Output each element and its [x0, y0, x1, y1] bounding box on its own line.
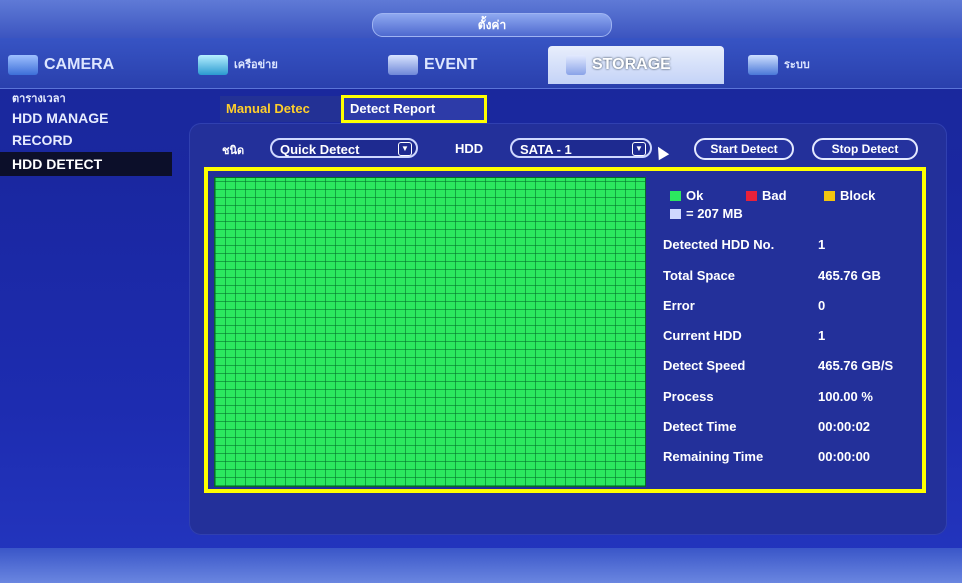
hdd-select[interactable]: SATA - 1 ▼ — [510, 138, 652, 158]
tab-system[interactable]: ระบบ — [748, 46, 898, 84]
tab-manual-detect[interactable]: Manual Detec — [220, 96, 354, 122]
info-value-total-space: 465.76 GB — [818, 268, 881, 283]
system-icon — [748, 55, 778, 76]
legend-unit-label: = 207 MB — [686, 206, 743, 221]
info-label-error: Error — [663, 298, 695, 313]
info-value-process: 100.00 % — [818, 389, 873, 404]
start-detect-button[interactable]: Start Detect — [694, 138, 794, 160]
ok-swatch — [670, 191, 681, 201]
sidebar-item-hdd-manage[interactable]: HDD MANAGE — [0, 108, 172, 128]
tab-storage[interactable]: STORAGE — [548, 46, 724, 84]
network-icon — [198, 55, 228, 76]
info-label-detect-time: Detect Time — [663, 419, 737, 434]
unit-swatch — [670, 209, 681, 219]
tab-camera[interactable]: CAMERA — [8, 46, 158, 84]
sidebar-item-record[interactable]: RECORD — [0, 128, 172, 152]
chevron-down-icon: ▼ — [398, 142, 412, 156]
bottom-bar — [0, 548, 962, 583]
title-bar: ตั้งค่า — [0, 0, 962, 38]
info-label-process: Process — [663, 389, 714, 404]
info-value-detect-time: 00:00:02 — [818, 419, 871, 434]
legend-unit: = 207 MB — [670, 206, 743, 221]
legend-block: Block — [824, 188, 875, 203]
tab-storage-label: STORAGE — [592, 56, 671, 73]
info-label-detected-hdd: Detected HDD No. — [663, 237, 775, 252]
tab-network-label: เครือข่าย — [234, 59, 278, 71]
info-value-remaining-time: 00:00:00 — [818, 449, 871, 464]
legend-bad: Bad — [746, 188, 787, 203]
disk-block-map — [214, 177, 646, 487]
chevron-down-icon: ▼ — [632, 142, 646, 156]
sidebar: ตารางเวลา HDD MANAGE RECORD HDD DETECT — [0, 90, 172, 176]
hdd-select-value: SATA - 1 — [520, 142, 572, 157]
event-icon — [388, 54, 418, 75]
info-label-detect-speed: Detect Speed — [663, 358, 746, 373]
legend-ok-label: Ok — [686, 188, 704, 203]
bad-swatch — [746, 191, 757, 201]
sidebar-item-hdd-detect[interactable]: HDD DETECT — [0, 152, 172, 176]
info-label-total-space: Total Space — [663, 268, 736, 283]
info-label-remaining-time: Remaining Time — [663, 449, 764, 464]
camera-icon — [8, 54, 38, 75]
storage-icon — [566, 54, 586, 75]
info-value-detect-speed: 465.76 GB/S — [818, 358, 894, 373]
legend-ok: Ok — [670, 188, 703, 203]
type-select[interactable]: Quick Detect ▼ — [270, 138, 418, 158]
tab-camera-label: CAMERA — [44, 56, 115, 73]
main-tab-bar: CAMERA เครือข่าย EVENT STORAGE ระบบ — [0, 38, 962, 89]
tab-network[interactable]: เครือข่าย — [198, 46, 348, 84]
tab-system-label: ระบบ — [784, 59, 810, 71]
tab-event-label: EVENT — [424, 56, 478, 73]
type-label: ชนิด — [222, 145, 245, 157]
tab-detect-report[interactable]: Detect Report — [341, 95, 487, 123]
sidebar-item-schedule[interactable]: ตารางเวลา — [0, 90, 172, 108]
info-value-detected-hdd: 1 — [818, 237, 826, 252]
hdd-label: HDD — [455, 141, 484, 156]
info-value-error: 0 — [818, 298, 826, 313]
block-swatch — [824, 191, 835, 201]
dvr-screen: ตั้งค่า CAMERA เครือข่าย EVENT STORAGE ร… — [0, 0, 962, 583]
info-value-current-hdd: 1 — [818, 328, 826, 343]
stop-detect-button[interactable]: Stop Detect — [812, 138, 918, 160]
legend-bad-label: Bad — [762, 188, 787, 203]
legend-block-label: Block — [840, 188, 876, 203]
info-label-current-hdd: Current HDD — [663, 328, 742, 343]
tab-event[interactable]: EVENT — [388, 46, 538, 84]
window-title: ตั้งค่า — [372, 13, 612, 37]
type-select-value: Quick Detect — [280, 142, 360, 157]
